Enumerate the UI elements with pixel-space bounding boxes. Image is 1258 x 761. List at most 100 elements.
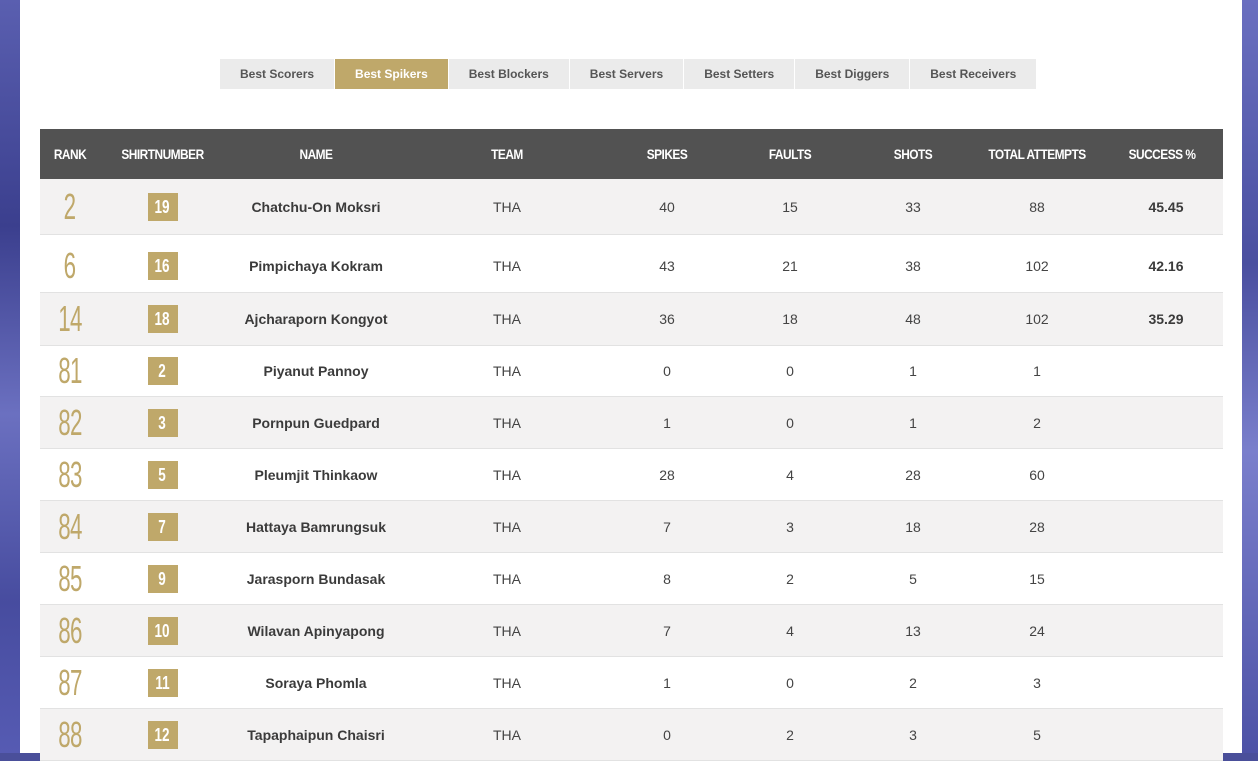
shirt-number-badge: 2 [147, 357, 178, 385]
team-code: THA [493, 414, 521, 431]
player-name[interactable]: Wilavan Apinyapong [225, 623, 407, 639]
player-name[interactable]: Pleumjit Thinkaow [225, 467, 407, 483]
spikes-value: 28 [659, 466, 675, 483]
faults-value: 2 [786, 726, 794, 743]
shirt-number: 16 [154, 256, 171, 276]
background-left-decoration [0, 0, 20, 753]
rank-number: 87 [58, 661, 82, 703]
faults-value: 0 [786, 414, 794, 431]
rank-cell: 81 [40, 350, 100, 392]
player-name[interactable]: Tapaphaipun Chaisri [225, 727, 407, 743]
header-faults[interactable]: FAULTS [736, 146, 843, 162]
tab-best-setters[interactable]: Best Setters [684, 59, 795, 89]
tab-best-blockers[interactable]: Best Blockers [448, 59, 569, 89]
shirt-number-badge: 16 [147, 252, 178, 280]
shirt-cell: 19 [100, 192, 225, 221]
faults-value: 15 [782, 198, 798, 215]
spikes-value: 40 [659, 198, 675, 215]
rank-number: 84 [58, 505, 82, 547]
shirt-cell: 3 [100, 408, 225, 437]
rank-cell: 2 [40, 186, 100, 228]
rank-cell: 14 [40, 298, 100, 340]
shots-value: 28 [905, 466, 921, 483]
shots-value: 38 [905, 258, 921, 274]
tab-best-diggers[interactable]: Best Diggers [795, 59, 910, 89]
shirt-cell: 10 [100, 616, 225, 645]
faults-value: 21 [782, 258, 798, 274]
player-name[interactable]: Hattaya Bamrungsuk [225, 519, 407, 535]
shirt-cell: 9 [100, 564, 225, 593]
header-success[interactable]: SUCCESS % [1110, 146, 1214, 162]
total-attempts-value: 88 [1029, 198, 1045, 215]
header-total-attempts[interactable]: TOTAL ATTEMPTS [983, 146, 1092, 162]
team-code: THA [493, 518, 521, 535]
rank-number: 88 [58, 713, 82, 755]
tab-best-scorers[interactable]: Best Scorers [220, 59, 335, 89]
tab-best-spikers[interactable]: Best Spikers [335, 59, 448, 89]
shirt-cell: 16 [100, 252, 225, 280]
player-name[interactable]: Pornpun Guedpard [225, 415, 407, 431]
shirt-cell: 5 [100, 460, 225, 489]
header-shirtnumber[interactable]: SHIRTNUMBER [109, 146, 215, 162]
player-name[interactable]: Ajcharaporn Kongyot [225, 311, 407, 327]
table-row: 87 11 Soraya Phomla THA 1 0 2 3 [40, 657, 1223, 709]
shirt-number-badge: 7 [147, 512, 178, 541]
rank-cell: 82 [40, 402, 100, 444]
spikes-value: 0 [663, 726, 671, 743]
rank-number: 14 [58, 298, 82, 339]
total-attempts-value: 60 [1029, 466, 1045, 483]
rank-number: 2 [64, 185, 76, 227]
shots-value: 1 [909, 363, 917, 379]
spikers-table: RANK SHIRTNUMBER NAME TEAM SPIKES FAULTS… [40, 129, 1223, 761]
player-name[interactable]: Piyanut Pannoy [225, 363, 407, 379]
rank-cell: 6 [40, 245, 100, 287]
total-attempts-value: 2 [1033, 414, 1041, 431]
total-attempts-value: 5 [1033, 726, 1041, 743]
shirt-cell: 7 [100, 512, 225, 541]
total-attempts-value: 3 [1033, 674, 1041, 691]
team-code: THA [493, 466, 521, 483]
total-attempts-value: 15 [1029, 570, 1045, 587]
table-body: 2 19 Chatchu-On Moksri THA 40 15 33 88 45.45 6 16 P… [40, 179, 1223, 761]
faults-value: 4 [786, 622, 794, 639]
table-row: 2 19 Chatchu-On Moksri THA 40 15 33 88 45.45 [40, 179, 1223, 235]
header-name[interactable]: NAME [239, 146, 394, 162]
player-name[interactable]: Pimpichaya Kokram [225, 258, 407, 274]
shirt-number: 3 [158, 412, 167, 433]
total-attempts-value: 102 [1025, 311, 1049, 327]
shirt-number: 19 [154, 196, 171, 217]
spikes-value: 43 [659, 258, 675, 274]
shirt-number-badge: 19 [147, 192, 178, 221]
shirt-number-badge: 18 [147, 305, 178, 333]
shirt-cell: 2 [100, 357, 225, 385]
spikes-value: 7 [663, 518, 671, 535]
shirt-number-badge: 5 [147, 460, 178, 489]
header-rank[interactable]: RANK [45, 146, 96, 162]
rank-number: 83 [58, 453, 82, 495]
stats-category-tabs: Best Scorers Best Spikers Best Blockers … [220, 59, 1037, 89]
shirt-number: 5 [158, 464, 167, 485]
shirt-number: 7 [158, 516, 167, 537]
tab-best-receivers[interactable]: Best Receivers [910, 59, 1037, 89]
player-name[interactable]: Jarasporn Bundasak [225, 571, 407, 587]
table-row: 14 18 Ajcharaporn Kongyot THA 36 18 48 102 35.29 [40, 293, 1223, 346]
tab-best-servers[interactable]: Best Servers [569, 59, 684, 89]
header-spikes[interactable]: SPIKES [616, 146, 718, 162]
player-name[interactable]: Chatchu-On Moksri [225, 199, 407, 215]
spikes-value: 8 [663, 570, 671, 587]
team-code: THA [493, 674, 521, 691]
rank-number: 6 [64, 245, 76, 286]
spikes-value: 1 [663, 674, 671, 691]
shirt-number: 18 [154, 309, 171, 329]
header-shots[interactable]: SHOTS [862, 146, 964, 162]
rank-cell: 84 [40, 506, 100, 548]
shirt-cell: 11 [100, 668, 225, 697]
table-row: 83 5 Pleumjit Thinkaow THA 28 4 28 60 [40, 449, 1223, 501]
team-code: THA [493, 622, 521, 639]
rank-cell: 87 [40, 662, 100, 704]
player-name[interactable]: Soraya Phomla [225, 675, 407, 691]
table-row: 85 9 Jarasporn Bundasak THA 8 2 5 15 [40, 553, 1223, 605]
shots-value: 48 [905, 311, 921, 327]
header-team[interactable]: TEAM [422, 146, 592, 162]
shirt-number-badge: 9 [147, 564, 178, 593]
